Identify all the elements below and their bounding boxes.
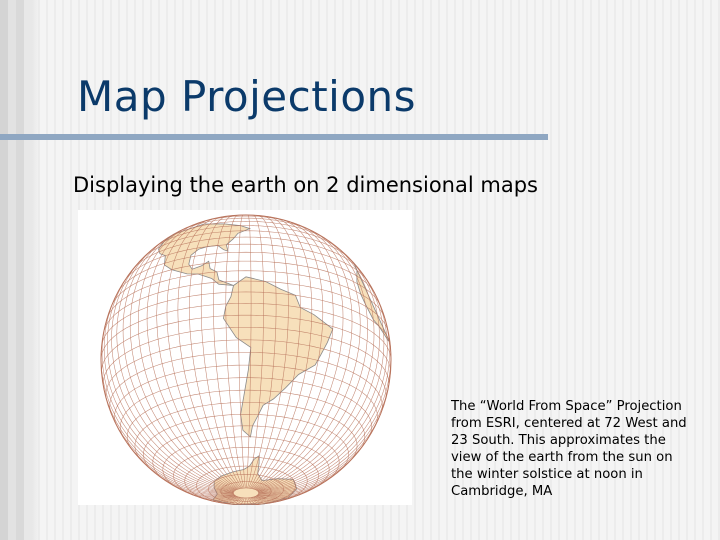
globe-map-image	[78, 210, 412, 506]
map-caption: The “World From Space” Projection from E…	[451, 399, 687, 499]
orthographic-globe	[100, 214, 392, 506]
slide-subtitle: Displaying the earth on 2 dimensional ma…	[73, 173, 538, 197]
title-divider	[0, 134, 548, 140]
slide-title: Map Projections	[77, 72, 417, 121]
